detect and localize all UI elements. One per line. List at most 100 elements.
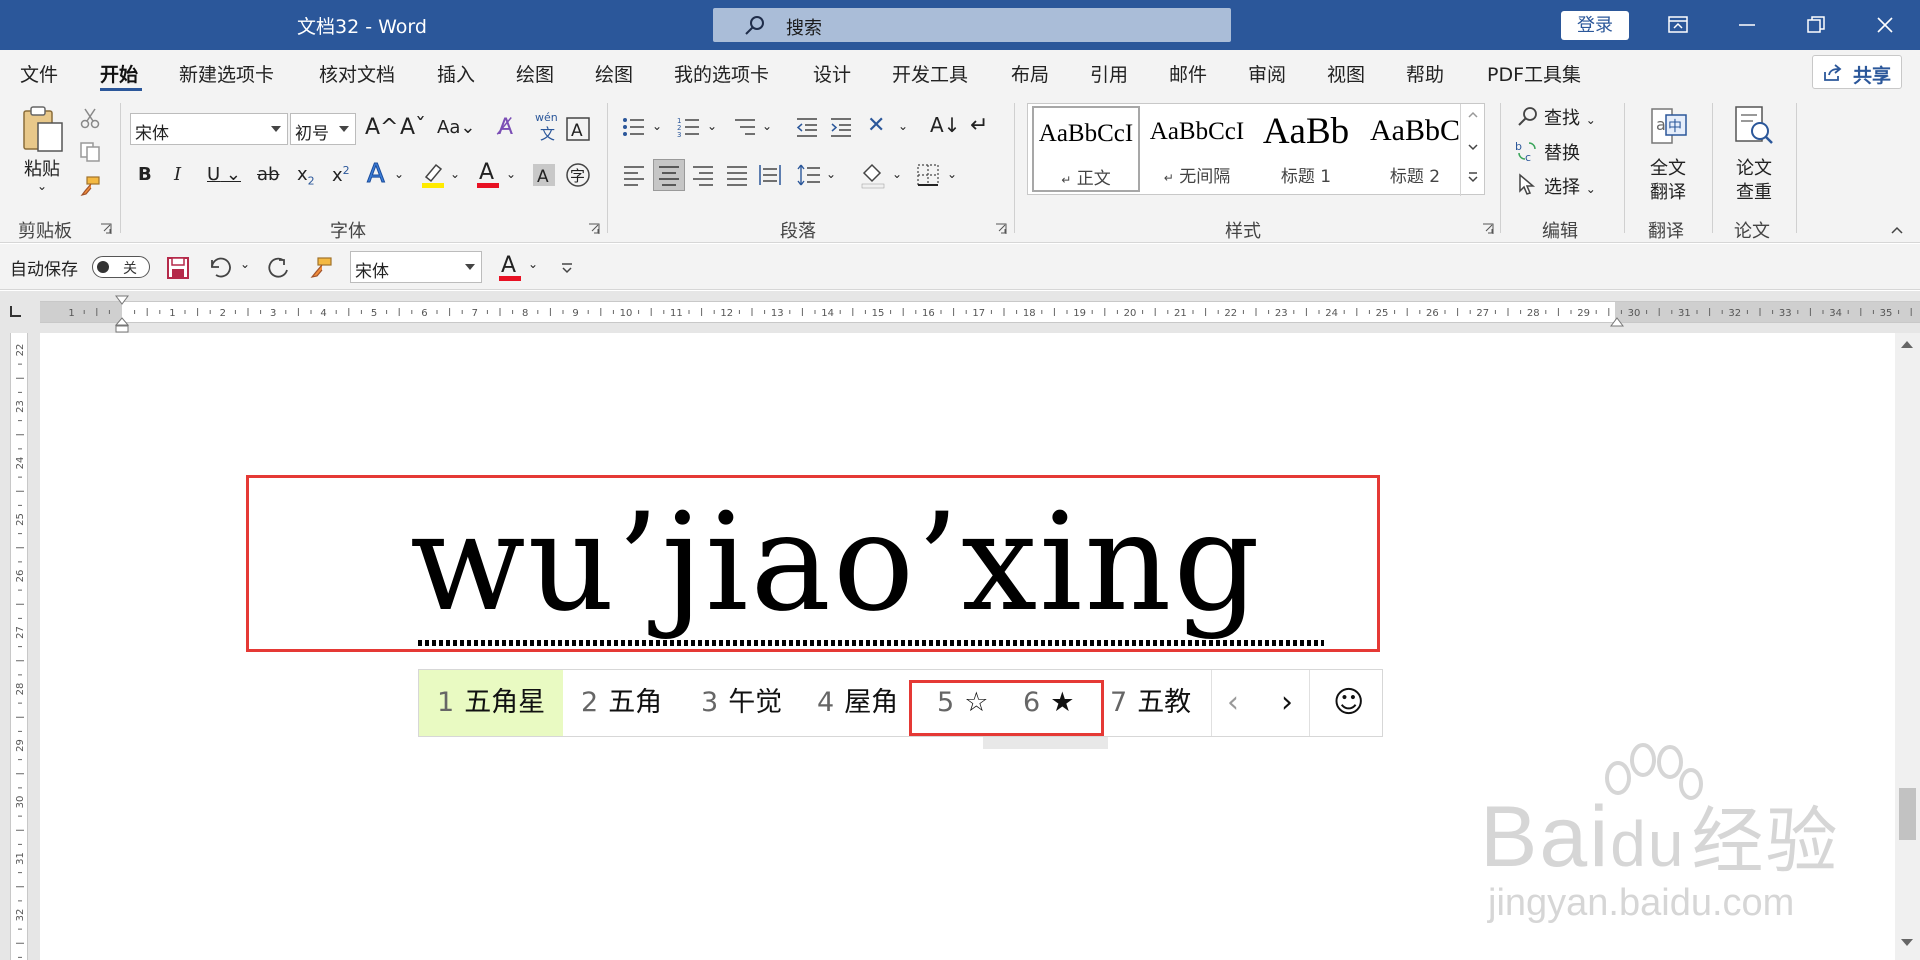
enclose-char-icon[interactable]: 字 — [566, 163, 590, 187]
style-heading-2[interactable]: AaBbC 标题 2 — [1361, 106, 1469, 192]
highlight-icon[interactable] — [420, 161, 446, 189]
paste-dropdown-chevron-icon[interactable]: ⌄ — [37, 179, 47, 193]
font-color-icon[interactable]: A — [475, 159, 501, 189]
borders-dropdown[interactable]: ⌄ — [947, 167, 957, 181]
numbering-icon[interactable]: 123 — [677, 115, 701, 139]
select-button[interactable]: 选择 ⌄ — [1544, 173, 1596, 199]
share-button[interactable]: 共享 — [1812, 55, 1902, 89]
undo-dropdown[interactable]: ⌄ — [240, 257, 250, 271]
borders-icon[interactable] — [916, 163, 940, 187]
format-painter-qat-icon[interactable] — [309, 256, 333, 280]
redo-icon[interactable] — [265, 256, 291, 280]
restore-button[interactable] — [1786, 0, 1846, 50]
close-button[interactable] — [1855, 0, 1915, 50]
increase-indent-icon[interactable] — [829, 115, 853, 139]
copy-icon[interactable] — [79, 141, 101, 163]
shading-icon[interactable] — [860, 161, 886, 189]
login-button[interactable]: 登录 — [1561, 11, 1629, 40]
tab-file[interactable]: 文件 — [20, 60, 58, 87]
tab-references[interactable]: 引用 — [1090, 60, 1128, 87]
qat-font-combo[interactable]: 宋体 — [350, 251, 482, 283]
tab-layout[interactable]: 布局 — [1011, 60, 1049, 87]
text-effects-icon[interactable]: A — [367, 159, 386, 190]
align-right-icon[interactable] — [691, 163, 715, 187]
change-case-button[interactable]: Aa⌄ — [437, 117, 475, 138]
sort-icon[interactable]: A↓ — [930, 113, 960, 137]
chinese-layout-dropdown[interactable]: ⌄ — [898, 119, 908, 133]
font-launcher-icon[interactable] — [588, 223, 600, 235]
paragraph-launcher-icon[interactable] — [995, 223, 1007, 235]
tab-new-tab[interactable]: 新建选项卡 — [179, 60, 274, 87]
font-name-combo[interactable]: 宋体 — [130, 113, 288, 145]
right-indent-icon[interactable] — [1610, 317, 1624, 329]
autosave-toggle[interactable]: 关 — [92, 256, 150, 278]
justify-icon[interactable] — [725, 163, 749, 187]
tab-my-tab[interactable]: 我的选项卡 — [674, 60, 769, 87]
minimize-button[interactable] — [1717, 0, 1777, 50]
chevron-down-icon[interactable] — [1467, 142, 1479, 152]
multilevel-list-icon[interactable] — [733, 115, 757, 139]
multilevel-dropdown[interactable]: ⌄ — [762, 119, 772, 133]
tab-draw-2[interactable]: 绘图 — [595, 60, 633, 87]
hanging-indent-icon[interactable] — [115, 317, 129, 333]
tab-draw-1[interactable]: 绘图 — [516, 60, 554, 87]
qat-font-color-icon[interactable]: A — [497, 252, 523, 282]
replace-button[interactable]: 替换 — [1544, 139, 1580, 165]
bold-button[interactable]: B — [138, 164, 152, 185]
paste-button[interactable] — [18, 103, 68, 159]
scroll-down-icon[interactable] — [1901, 939, 1913, 946]
tab-selector-icon[interactable] — [8, 305, 22, 319]
shading-dropdown[interactable]: ⌄ — [892, 167, 902, 181]
clipboard-launcher-icon[interactable] — [100, 223, 112, 235]
bullets-dropdown[interactable]: ⌄ — [652, 119, 662, 133]
show-marks-icon[interactable]: ↵ — [970, 113, 988, 138]
tab-review-doc[interactable]: 核对文档 — [319, 60, 395, 87]
grow-font-icon[interactable]: A^ — [365, 115, 398, 140]
styles-more-icon[interactable] — [1467, 170, 1479, 184]
ime-next-page-icon[interactable]: › — [1281, 670, 1293, 736]
tab-help[interactable]: 帮助 — [1406, 60, 1444, 87]
style-no-spacing[interactable]: AaBbCcI ↵ 无间隔 — [1143, 106, 1251, 192]
tab-pdf-tools[interactable]: PDF工具集 — [1487, 60, 1581, 87]
ime-prev-page-icon[interactable]: ‹ — [1227, 670, 1239, 736]
tab-view[interactable]: 视图 — [1327, 60, 1365, 87]
tab-mailings[interactable]: 邮件 — [1169, 60, 1207, 87]
format-painter-icon[interactable] — [79, 175, 101, 197]
tab-developer[interactable]: 开发工具 — [892, 60, 968, 87]
vertical-scrollbar[interactable] — [1895, 333, 1920, 960]
char-shading-icon[interactable]: A — [532, 163, 556, 187]
italic-button[interactable]: I — [174, 164, 181, 185]
save-icon[interactable] — [166, 256, 190, 280]
char-border-icon[interactable]: A — [566, 117, 590, 141]
ime-candidate-1[interactable]: 1 五角星 — [419, 670, 563, 736]
text-effects-dropdown[interactable]: ⌄ — [394, 167, 404, 181]
strikethrough-button[interactable]: ab — [257, 164, 279, 185]
font-size-combo[interactable]: 初号 — [290, 113, 356, 145]
select-cursor-icon[interactable] — [1517, 173, 1537, 195]
subscript-icon[interactable]: x2 — [297, 164, 315, 188]
undo-icon[interactable] — [208, 256, 234, 280]
styles-scroll[interactable] — [1460, 104, 1485, 196]
underline-button[interactable]: U ⌄ — [207, 164, 241, 185]
style-heading-1[interactable]: AaBb 标题 1 — [1252, 106, 1360, 192]
align-center-button[interactable] — [653, 159, 685, 191]
distributed-icon[interactable] — [758, 163, 782, 187]
line-spacing-dropdown[interactable]: ⌄ — [826, 167, 836, 181]
decrease-indent-icon[interactable] — [795, 115, 819, 139]
chinese-layout-icon[interactable]: ✕ — [867, 113, 885, 138]
search-box[interactable]: 搜索 — [713, 8, 1231, 42]
scroll-up-icon[interactable] — [1901, 341, 1913, 348]
ime-candidate-7[interactable]: 7 五教 — [1110, 670, 1191, 736]
tab-review[interactable]: 审阅 — [1248, 60, 1286, 87]
tab-design[interactable]: 设计 — [813, 60, 851, 87]
styles-launcher-icon[interactable] — [1482, 223, 1494, 235]
chevron-up-icon[interactable] — [1467, 110, 1479, 120]
shrink-font-icon[interactable]: Aˇ — [400, 115, 426, 140]
find-button[interactable]: 查找 ⌄ — [1544, 104, 1596, 130]
superscript-icon[interactable]: x2 — [332, 164, 350, 186]
full-translate-icon[interactable]: a中 — [1646, 105, 1690, 149]
qat-font-color-dropdown[interactable]: ⌄ — [528, 257, 538, 271]
cut-icon[interactable] — [80, 107, 100, 129]
ime-candidate-2[interactable]: 2 五角 — [581, 670, 662, 736]
font-color-dropdown[interactable]: ⌄ — [506, 167, 516, 181]
